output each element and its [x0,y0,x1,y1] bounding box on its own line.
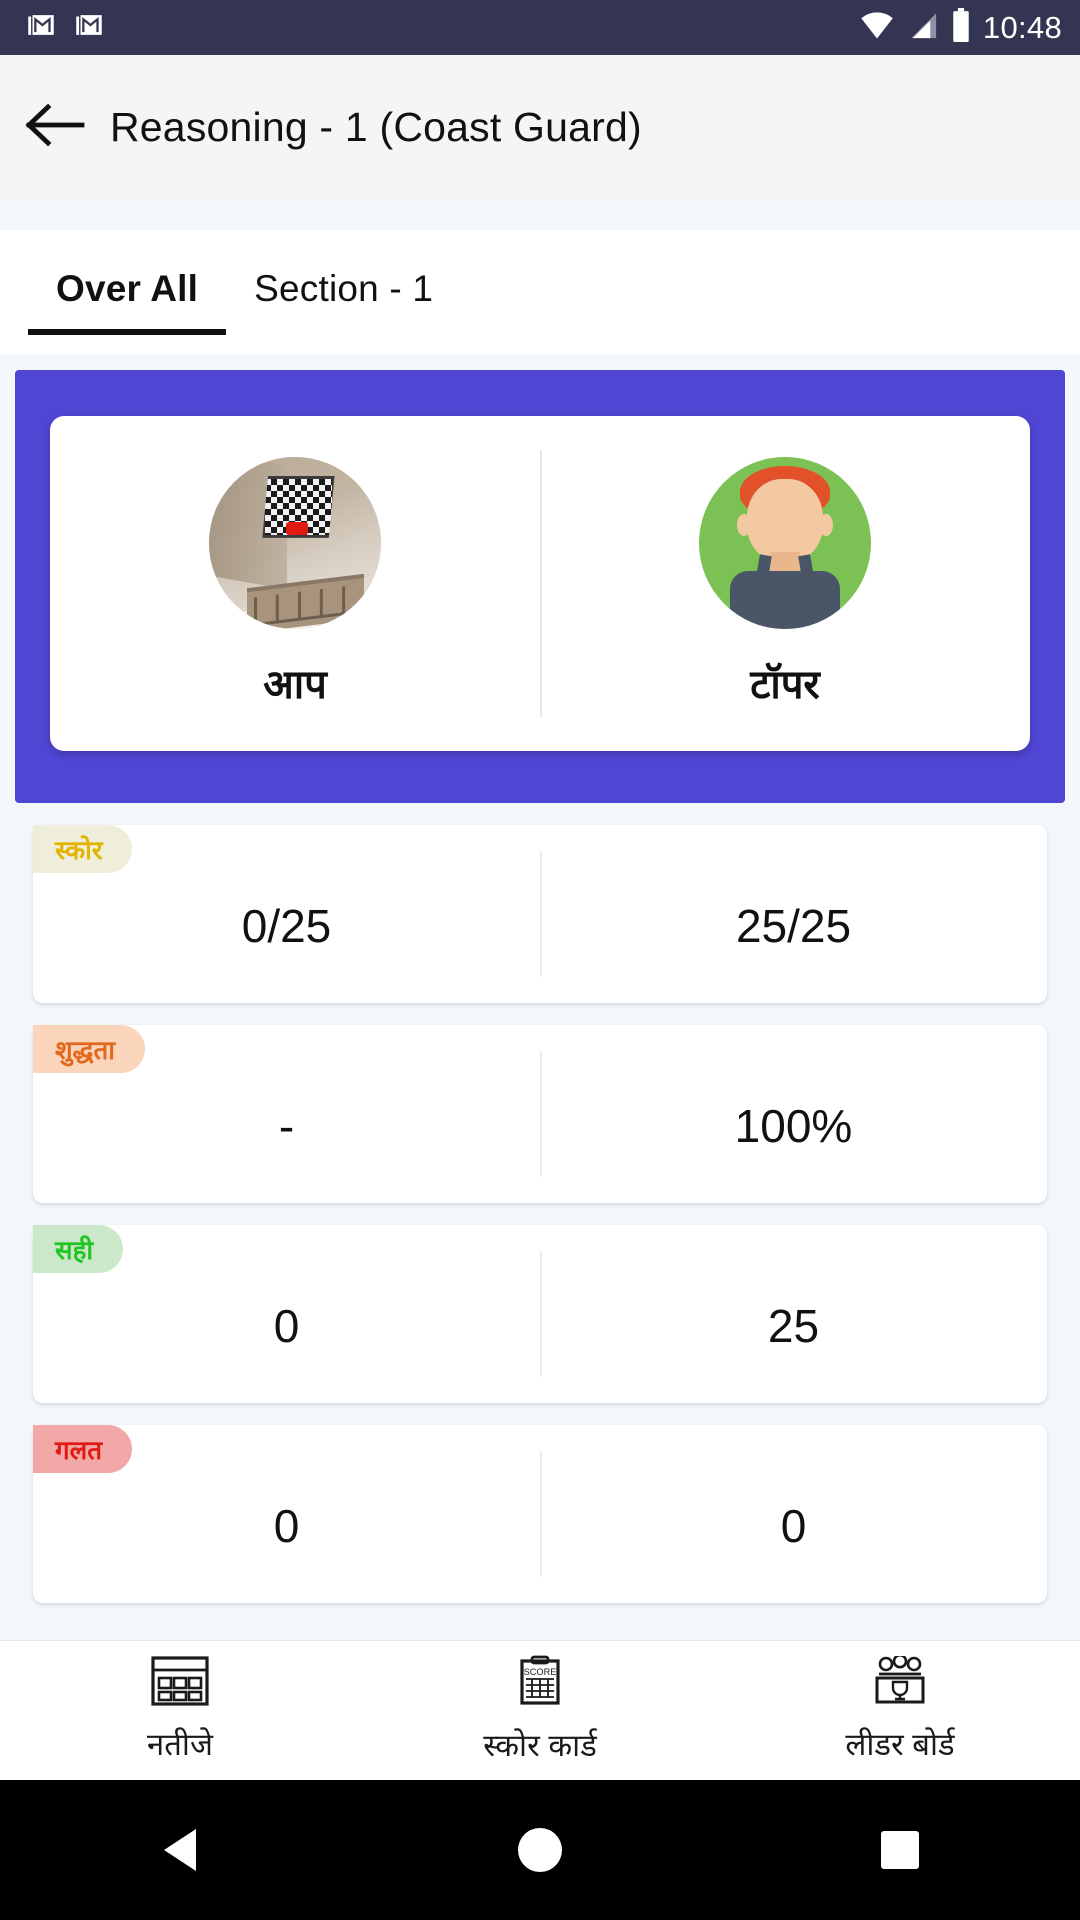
metric-row-accuracy: शुद्धता - 100% [33,1025,1047,1203]
android-home-button[interactable] [360,1828,720,1872]
back-button[interactable] [0,101,110,154]
tab-bar: Over All Section - 1 [0,230,1080,355]
metric-divider [540,1051,542,1177]
tab-over-all-label: Over All [56,268,199,309]
wifi-icon [859,10,895,45]
nav-item-results[interactable]: नतीजे [0,1641,360,1780]
status-bar-notifications [24,8,106,47]
metric-divider [540,1451,542,1577]
metric-correct-topper: 25 [767,1300,820,1352]
hero-divider [540,450,542,717]
nav-label-leader-board: लीडर बोर्ड [845,1727,955,1762]
status-bar-clock: 10:48 [982,9,1062,45]
badge-correct: सही [33,1225,124,1273]
page-title: Reasoning - 1 (Coast Guard) [110,104,642,150]
metric-row-score: स्कोर 0/25 25/25 [33,825,1047,1003]
bottom-navigation: नतीजे SCORE स्कोर कार्ड लीडर बोर्ड [0,1640,1080,1780]
hero-label-topper: टॉपर [750,663,820,707]
metric-divider [540,851,542,977]
metric-correct-you: 0 [273,1300,300,1352]
nav-item-leader-board[interactable]: लीडर बोर्ड [720,1641,1080,1780]
status-bar: 10:48 [0,0,1080,55]
hero-column-you: आप [50,416,540,751]
score-card-icon: SCORE [514,1655,566,1712]
toolbar-gap-strip [0,200,1080,230]
comparison-hero-card: आप टॉपर [15,370,1065,803]
gmail-icon [72,8,106,47]
android-recents-button[interactable] [720,1831,1080,1869]
badge-score: स्कोर [33,825,133,873]
svg-text:SCORE: SCORE [524,1667,557,1677]
metric-accuracy-you: - [278,1100,295,1152]
user-photo-avatar[interactable] [209,457,381,629]
badge-wrong: गलत [33,1425,133,1473]
cellular-signal-icon [907,10,939,45]
scrollable-content[interactable]: आप टॉपर स्कोर 0/25 25/25 शुद्धता - 100% … [0,355,1080,1640]
metric-accuracy-topper: 100% [734,1100,853,1152]
metric-wrong-you: 0 [273,1500,300,1552]
home-circle-icon [518,1828,562,1872]
metric-wrong-topper: 0 [780,1500,807,1552]
nav-label-results: नतीजे [147,1727,213,1762]
metrics-list: स्कोर 0/25 25/25 शुद्धता - 100% सही 0 25… [0,803,1080,1603]
results-grid-icon [151,1656,209,1711]
recents-square-icon [881,1831,919,1869]
hero-column-topper: टॉपर [540,416,1030,751]
app-toolbar: Reasoning - 1 (Coast Guard) [0,55,1080,200]
gmail-icon [24,8,58,47]
metric-row-wrong: गलत 0 0 [33,1425,1047,1603]
tab-section-1-label: Section - 1 [254,268,434,309]
status-bar-system-icons: 10:48 [859,8,1062,47]
topper-cartoon-avatar[interactable] [699,457,871,629]
badge-accuracy: शुद्धता [33,1025,146,1073]
metric-row-correct: सही 0 25 [33,1225,1047,1403]
metric-score-you: 0/25 [241,900,332,952]
nav-item-score-card[interactable]: SCORE स्कोर कार्ड [360,1641,720,1780]
tab-over-all[interactable]: Over All [28,230,227,335]
metric-score-topper: 25/25 [735,900,852,952]
back-arrow-icon [24,101,86,154]
metric-divider [540,1251,542,1377]
nav-label-score-card: स्कोर कार्ड [483,1728,597,1763]
back-triangle-icon [164,1829,196,1871]
battery-icon [951,8,971,47]
avatar-comparison-card: आप टॉपर [50,416,1030,751]
android-navigation-bar [0,1780,1080,1920]
tab-section-1[interactable]: Section - 1 [226,230,461,310]
android-back-button[interactable] [0,1829,360,1871]
leader-board-icon [871,1653,929,1711]
hero-label-you: आप [263,663,327,707]
